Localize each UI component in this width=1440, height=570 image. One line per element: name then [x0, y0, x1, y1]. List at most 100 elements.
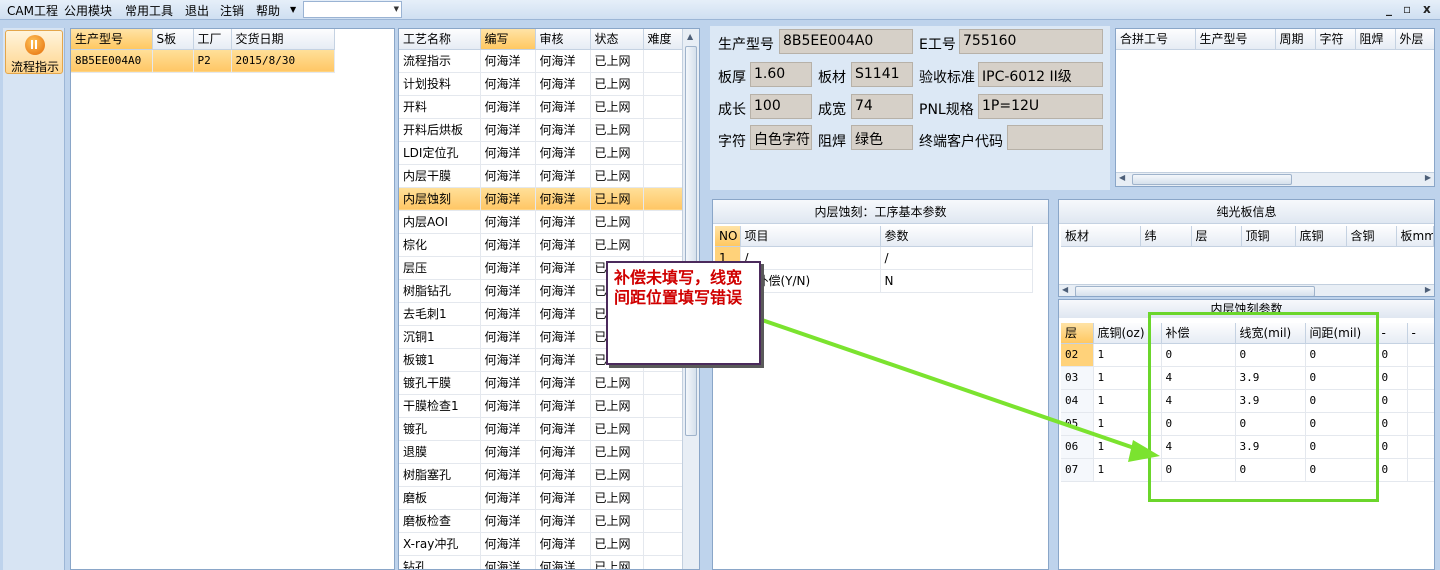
params-header-value[interactable]: 参数: [880, 226, 1033, 247]
customer-field[interactable]: [1007, 125, 1103, 150]
process-header-reviewer[interactable]: 审核: [535, 29, 591, 50]
process-cell-reviewer: 何海洋: [535, 141, 591, 165]
menu-common-module[interactable]: 公用模块: [64, 2, 112, 19]
etch-header-layer[interactable]: 层: [1061, 323, 1094, 344]
plain-header-top-copper[interactable]: 顶铜: [1241, 226, 1296, 247]
plain-header-weft[interactable]: 纬: [1140, 226, 1192, 247]
scroll-left-icon[interactable]: ◀: [1062, 285, 1068, 294]
menu-help[interactable]: 帮助: [256, 2, 280, 19]
process-cell-reviewer: 何海洋: [535, 325, 591, 349]
menu-common-tools[interactable]: 常用工具: [125, 2, 173, 19]
process-row[interactable]: 退膜 何海洋 何海洋 已上网: [399, 440, 684, 464]
combine-hscroll[interactable]: ◀ ▶: [1116, 172, 1434, 186]
module-combo[interactable]: ▼: [303, 1, 402, 18]
plain-board-title: 纯光板信息: [1059, 200, 1434, 224]
plain-header-bottom-copper[interactable]: 底铜: [1295, 226, 1347, 247]
combine-header-no[interactable]: 合拼工号: [1116, 29, 1196, 50]
process-cell-reviewer: 何海洋: [535, 440, 591, 464]
eno-field[interactable]: 755160: [959, 29, 1103, 54]
menu-logout[interactable]: 注销: [220, 2, 244, 19]
process-cell-name: 磨板: [399, 486, 481, 510]
scroll-right-icon[interactable]: ▶: [1425, 285, 1431, 294]
process-row[interactable]: 棕化 何海洋 何海洋 已上网: [399, 233, 684, 257]
params-header-item[interactable]: 项目: [740, 226, 881, 247]
minimize-button[interactable]: _: [1386, 2, 1392, 16]
process-row[interactable]: 镀孔 何海洋 何海洋 已上网: [399, 417, 684, 441]
menu-cam[interactable]: CAM工程: [7, 2, 58, 19]
orders-header-model[interactable]: 生产型号: [71, 29, 153, 50]
process-cell-status: 已上网: [590, 486, 644, 510]
orders-header-s[interactable]: S板: [152, 29, 194, 50]
plain-header-layer[interactable]: 层: [1191, 226, 1242, 247]
help-dropdown-icon[interactable]: ▼: [290, 5, 296, 14]
combine-header-char[interactable]: 字符: [1315, 29, 1356, 50]
scroll-up-icon[interactable]: ▲: [687, 32, 693, 41]
process-cell-writer: 何海洋: [480, 463, 536, 487]
process-cell-writer: 何海洋: [480, 187, 536, 211]
process-header-name[interactable]: 工艺名称: [399, 29, 481, 50]
mask-field[interactable]: 绿色: [851, 125, 913, 150]
combine-header-model[interactable]: 生产型号: [1195, 29, 1276, 50]
char-field[interactable]: 白色字符: [750, 125, 812, 150]
combine-header-mask[interactable]: 阻焊: [1355, 29, 1396, 50]
process-row[interactable]: X-ray冲孔 何海洋 何海洋 已上网: [399, 532, 684, 556]
orders-header-factory[interactable]: 工厂: [193, 29, 232, 50]
menu-exit[interactable]: 退出: [185, 2, 209, 19]
orders-row[interactable]: 8B5EE004A0 P2 2015/8/30: [71, 49, 335, 73]
scroll-right-icon[interactable]: ▶: [1425, 173, 1431, 182]
process-cell-difficulty: [643, 233, 684, 257]
etch-cell-extra: 0: [1377, 389, 1408, 413]
process-row[interactable]: 内层干膜 何海洋 何海洋 已上网: [399, 164, 684, 188]
etch-header-extra-1[interactable]: -: [1377, 323, 1408, 344]
material-field[interactable]: S1141: [851, 62, 913, 87]
process-row[interactable]: 钻孔 何海洋 何海洋 已上网: [399, 555, 684, 569]
process-row[interactable]: 内层AOI 何海洋 何海洋 已上网: [399, 210, 684, 234]
pnl-field[interactable]: 1P=12U: [978, 94, 1103, 119]
params-header-no[interactable]: NO: [715, 226, 741, 247]
process-row[interactable]: 干膜检查1 何海洋 何海洋 已上网: [399, 394, 684, 418]
process-row[interactable]: 计划投料 何海洋 何海洋 已上网: [399, 72, 684, 96]
process-row[interactable]: LDI定位孔 何海洋 何海洋 已上网: [399, 141, 684, 165]
process-row[interactable]: 内层蚀刻 何海洋 何海洋 已上网: [399, 187, 684, 211]
process-cell-reviewer: 何海洋: [535, 187, 591, 211]
plain-header-material[interactable]: 板材: [1061, 226, 1141, 247]
combine-header-outer[interactable]: 外层: [1395, 29, 1434, 50]
process-cell-reviewer: 何海洋: [535, 417, 591, 441]
length-field[interactable]: 100: [750, 94, 812, 119]
process-row[interactable]: 镀孔干膜 何海洋 何海洋 已上网: [399, 371, 684, 395]
params-row[interactable]: 1 / /: [715, 246, 1033, 270]
width-field[interactable]: 74: [851, 94, 913, 119]
close-button[interactable]: x: [1423, 2, 1431, 16]
restore-button[interactable]: ▫: [1403, 2, 1411, 16]
process-row[interactable]: 磨板检查 何海洋 何海洋 已上网: [399, 509, 684, 533]
process-row[interactable]: 开料后烘板 何海洋 何海洋 已上网: [399, 118, 684, 142]
model-field[interactable]: 8B5EE004A0: [779, 29, 913, 54]
process-header-writer[interactable]: 编写: [480, 29, 536, 50]
orders-cell-model: 8B5EE004A0: [71, 49, 153, 73]
process-scroll-thumb[interactable]: [685, 46, 697, 436]
plain-header-with-copper[interactable]: 含铜: [1346, 226, 1397, 247]
process-cell-writer: 何海洋: [480, 279, 536, 303]
orders-header-date[interactable]: 交货日期: [231, 29, 335, 50]
combine-hscroll-thumb[interactable]: [1132, 174, 1292, 185]
process-row[interactable]: 流程指示 何海洋 何海洋 已上网: [399, 49, 684, 73]
process-row[interactable]: 开料 何海洋 何海洋 已上网: [399, 95, 684, 119]
plain-hscroll-thumb[interactable]: [1075, 286, 1315, 296]
process-header-status[interactable]: 状态: [590, 29, 644, 50]
thickness-field[interactable]: 1.60: [750, 62, 812, 87]
plain-hscroll[interactable]: ◀ ▶: [1059, 284, 1434, 296]
plain-header-board-mm[interactable]: 板mm: [1396, 226, 1434, 247]
orders-cell-s: [152, 49, 194, 73]
process-row[interactable]: 磨板 何海洋 何海洋 已上网: [399, 486, 684, 510]
combine-header-cycle[interactable]: 周期: [1275, 29, 1316, 50]
annotation-highlight-box: [1148, 312, 1379, 502]
flow-indicator-button[interactable]: 流程指示: [5, 30, 63, 74]
sidebar: 流程指示: [3, 28, 65, 570]
scroll-left-icon[interactable]: ◀: [1119, 173, 1125, 182]
standard-field[interactable]: IPC-6012 II级: [978, 62, 1103, 87]
process-header-difficulty[interactable]: 难度: [643, 29, 684, 50]
params-row[interactable]: 态补偿(Y/N) N: [715, 269, 1033, 293]
etch-header-extra-2[interactable]: -: [1407, 323, 1434, 344]
process-row[interactable]: 树脂塞孔 何海洋 何海洋 已上网: [399, 463, 684, 487]
process-cell-status: 已上网: [590, 440, 644, 464]
